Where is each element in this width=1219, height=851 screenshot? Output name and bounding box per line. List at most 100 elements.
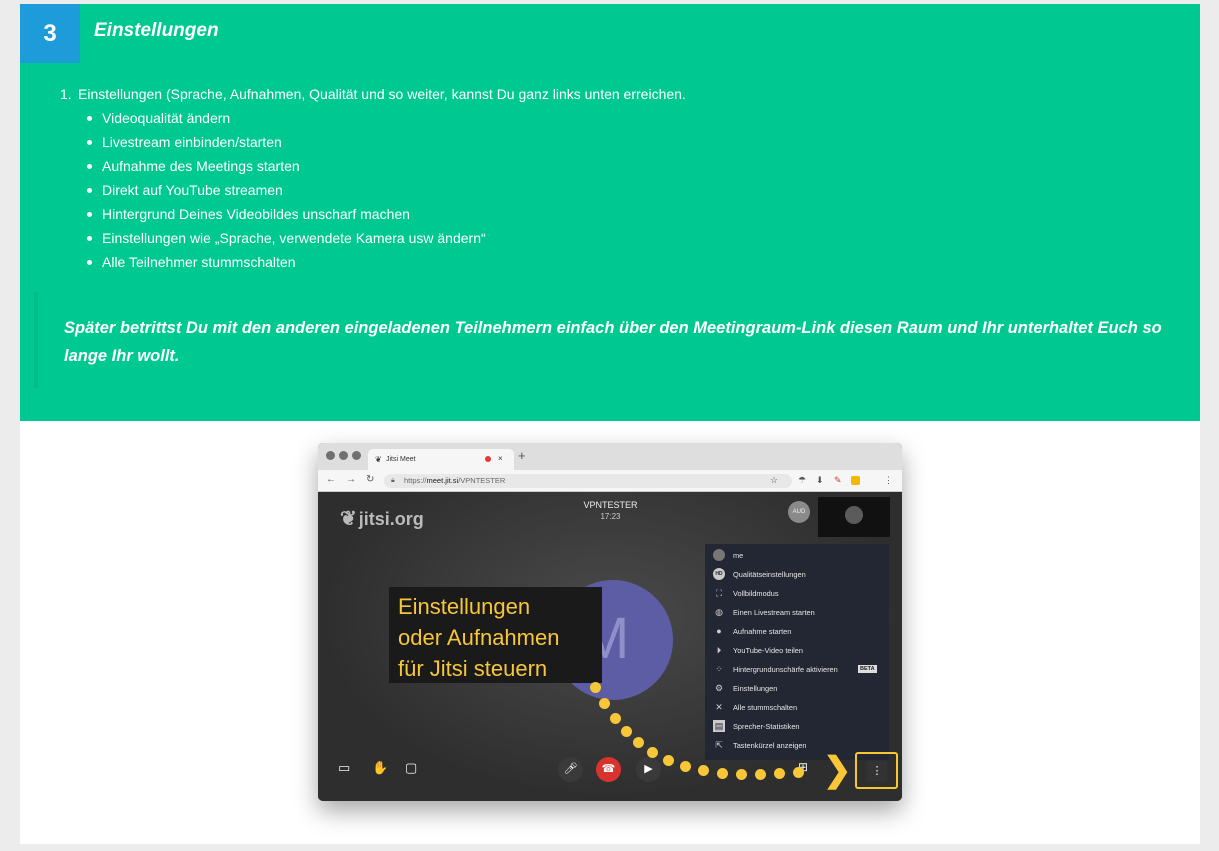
callout-line: Einstellungen [398, 594, 531, 619]
mute-all-icon: ✕ [715, 702, 723, 712]
browser-tab: ❦ Jitsi Meet × [368, 449, 514, 470]
hd-icon: HD [713, 568, 725, 580]
step-title: Einstellungen [94, 20, 219, 41]
callout-annotation: Einstellungen oder Aufnahmen für Jitsi s… [389, 587, 602, 683]
star-icon: ☆ [770, 475, 779, 485]
recording-dot-icon [485, 456, 491, 462]
local-video-thumbnail [818, 497, 890, 537]
window-close-dot [326, 451, 335, 460]
mute-mic-icon: 🎤︎ [558, 757, 583, 782]
path-dot [717, 768, 728, 779]
instruction-list: 1. Einstellungen (Sprache, Aufnahmen, Qu… [60, 82, 686, 274]
beta-badge: BETA [858, 665, 877, 673]
camera-off-icon: ▶ [636, 757, 661, 782]
quote-text: Später betrittst Du mit den anderen eing… [64, 319, 1162, 365]
list-item: Direkt auf YouTube streamen [87, 178, 686, 202]
user-icon [713, 549, 725, 561]
more-options-icon: ⋮ [867, 761, 887, 781]
callout-line: oder Aufnahmen [398, 625, 560, 650]
address-field: 🔒︎ https://meet.jit.si/VPNTESTER [384, 474, 792, 488]
back-arrow-icon: ← [326, 474, 336, 485]
overflow-menu: me HD Qualitätseinstellungen ⛶ Vollbildmod… [705, 544, 889, 760]
path-dot [590, 682, 601, 693]
chat-icon: ▢ [405, 760, 418, 775]
screen-share-icon: ▭ [338, 760, 351, 775]
extension-icon: ☂ [798, 475, 807, 485]
audio-avatar: AUD [788, 501, 810, 523]
menu-item-recording: ● Aufnahme starten [705, 622, 889, 641]
bullet-list: Videoqualität ändern Livestream einbinde… [60, 106, 686, 274]
step-section: 3 Einstellungen 1. Einstellungen (Sprach… [20, 4, 1200, 421]
pen-extension-icon: ✎ [834, 475, 842, 485]
step-number-badge: 3 [20, 4, 80, 63]
path-dot [793, 767, 804, 778]
video-stage: ❦ jitsi.org VPNTESTER 17:23 AUD M Einstel… [318, 492, 902, 801]
path-dot [774, 768, 785, 779]
path-dot [633, 737, 644, 748]
notes-extension-icon [851, 476, 860, 485]
menu-item-fullscreen: ⛶ Vollbildmodus [705, 584, 889, 603]
url-prefix: https:// [404, 476, 427, 485]
blur-icon: ⁘ [715, 664, 723, 674]
play-icon: ⏵ [716, 645, 722, 655]
path-dot [663, 755, 674, 766]
menu-item-settings: ⚙ Einstellungen [714, 683, 778, 693]
path-dot [680, 761, 691, 772]
path-dot [698, 765, 709, 776]
list-item: Livestream einbinden/starten [87, 130, 686, 154]
list-item: Einstellungen wie „Sprache, verwendete K… [87, 226, 686, 250]
raise-hand-icon: ✋ [372, 760, 389, 775]
window-zoom-dot [352, 451, 361, 460]
menu-item-blur: ⁘ Hintergrundunschärfe aktivieren BETA [705, 660, 889, 679]
arrow-right-icon: ❯ [823, 751, 852, 789]
forward-arrow-icon: → [346, 474, 356, 485]
room-info: VPNTESTER 17:23 [548, 500, 673, 521]
browser-menu-icon: ⋮ [884, 475, 893, 485]
menu-item-livestream: ◍ Einen Livestream starten [705, 603, 889, 622]
download-icon: ⬇ [816, 475, 824, 485]
list-item: Aufnahme des Meetings starten [87, 154, 686, 178]
menu-item-stats: ▤ Sprecher-Statistiken [713, 720, 800, 732]
blockquote: Später betrittst Du mit den anderen eing… [34, 292, 1184, 388]
window-minimize-dot [339, 451, 348, 460]
close-tab-icon: × [498, 454, 503, 463]
callout-line: für Jitsi steuern [398, 656, 548, 681]
hangup-icon: ☎ [596, 757, 621, 782]
path-dot [736, 769, 747, 780]
shortcut-icon: ⇱ [715, 740, 723, 750]
url-path: /VPNTESTER [458, 476, 506, 485]
page: 3 Einstellungen 1. Einstellungen (Sprach… [20, 4, 1200, 844]
path-dot [755, 769, 766, 780]
user-avatar [845, 506, 863, 524]
logo-text: jitsi.org [358, 509, 424, 529]
menu-item-quality: HD Qualitätseinstellungen [705, 565, 889, 584]
browser-urlbar: ← → ↻ 🔒︎ https://meet.jit.si/VPNTESTER ☆… [318, 470, 902, 492]
jitsi-favicon-icon: ❦ [375, 455, 382, 464]
path-dot [599, 698, 610, 709]
gear-icon: ⚙ [714, 683, 724, 693]
menu-item-me: me [705, 546, 889, 565]
path-dot [647, 747, 658, 758]
fullscreen-icon: ⛶ [715, 588, 723, 598]
jitsi-screenshot: ❦ Jitsi Meet × + ← → ↻ 🔒︎ https://meet.j… [318, 443, 902, 801]
tab-title: Jitsi Meet [386, 456, 416, 463]
list-item: Hintergrund Deines Videobildes unscharf … [87, 202, 686, 226]
url-host: meet.jit.si [426, 476, 459, 485]
reload-icon: ↻ [366, 474, 375, 485]
jitsi-logo: ❦ jitsi.org [340, 506, 424, 531]
new-tab-icon: + [518, 448, 526, 463]
stats-icon: ▤ [713, 720, 725, 732]
intro-text: Einstellungen (Sprache, Aufnahmen, Quali… [78, 86, 686, 102]
record-icon: ● [716, 626, 722, 636]
more-options-highlight: ⋮ [855, 752, 898, 789]
path-dot [621, 726, 632, 737]
list-item: Videoqualität ändern [87, 106, 686, 130]
browser-titlebar: ❦ Jitsi Meet × + [318, 443, 902, 470]
room-name: VPNTESTER [583, 500, 638, 510]
jitsi-logo-icon: ❦ [340, 508, 357, 530]
room-timer: 17:23 [600, 512, 621, 521]
list-item: Alle Teilnehmer stummschalten [87, 250, 686, 274]
path-dot [610, 713, 621, 724]
globe-icon: ◍ [715, 607, 723, 617]
menu-item-mute-all: ✕ Alle stummschalten [705, 698, 889, 717]
